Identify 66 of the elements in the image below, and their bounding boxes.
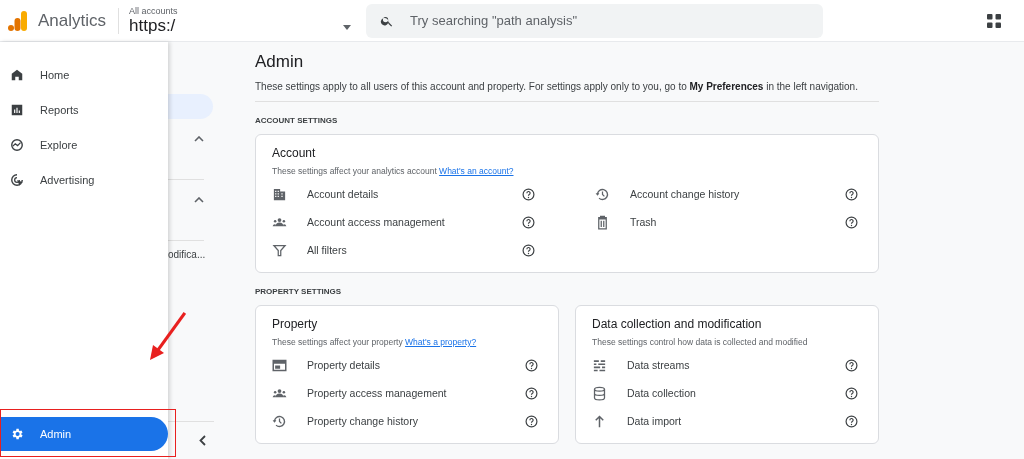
collapse-chevron-icon[interactable]	[199, 435, 206, 446]
browser-window-icon	[272, 357, 287, 373]
nav-item[interactable]: Home	[0, 57, 168, 92]
section-heading: PROPERTY SETTINGS	[255, 287, 343, 296]
card-description: These settings affect your analytics account What's an account?	[272, 166, 515, 176]
settings-link[interactable]: Trash	[630, 216, 845, 228]
card-description: These settings control how data is collected and modified	[592, 337, 809, 347]
help-icon[interactable]	[845, 414, 858, 428]
analytics-logo-icon	[8, 9, 28, 32]
section-heading: ACCOUNT SETTINGS	[255, 116, 339, 125]
settings-link[interactable]: All filters	[307, 244, 522, 256]
explore-icon	[10, 137, 24, 152]
search-field[interactable]: Try searching "path analysis"	[408, 12, 810, 29]
card-title: Account	[272, 146, 317, 160]
card-title: Property	[272, 317, 319, 331]
settings-link[interactable]: Data streams	[627, 359, 845, 371]
caret-icon	[343, 24, 352, 30]
chevron-icon[interactable]	[194, 197, 204, 203]
database-icon	[592, 385, 607, 401]
help-icon[interactable]	[845, 386, 858, 400]
help-icon[interactable]	[845, 215, 858, 229]
search-bar[interactable]: Try searching "path analysis"	[366, 3, 824, 38]
help-link[interactable]: What's a property?	[405, 337, 477, 347]
nav-item[interactable]: Reports	[0, 92, 168, 127]
help-icon[interactable]	[525, 386, 538, 400]
settings-icon	[10, 427, 24, 441]
page-description: These settings apply to all users of this account and property. For settings apply only to you, go to My Preferences in the left navigation.	[255, 81, 859, 92]
history-icon	[272, 413, 287, 429]
settings-link[interactable]: Data collection	[627, 387, 845, 399]
account-picker[interactable]: All accounts https:/	[119, 5, 352, 36]
help-icon[interactable]	[522, 187, 535, 201]
settings-link[interactable]: Property details	[307, 359, 525, 371]
settings-link[interactable]: Account details	[307, 188, 522, 200]
product-name: Analytics	[38, 7, 120, 34]
admin-nav-item[interactable]: Admin	[0, 417, 168, 451]
card-description: These settings affect your property What's a property?	[272, 337, 478, 347]
settings-link[interactable]: Property access management	[307, 387, 525, 399]
filter-icon	[272, 242, 287, 258]
help-icon[interactable]	[525, 358, 538, 372]
upload-arrow-icon	[592, 413, 607, 429]
help-icon[interactable]	[522, 243, 535, 257]
help-icon[interactable]	[525, 414, 538, 428]
nav-item[interactable]: Advertising	[0, 162, 168, 197]
home-icon	[10, 67, 24, 82]
chevron-icon[interactable]	[194, 136, 204, 142]
bar-chart-icon	[10, 102, 24, 117]
trash-icon	[595, 214, 610, 230]
settings-link[interactable]: Data import	[627, 415, 845, 427]
help-icon[interactable]	[845, 187, 858, 201]
help-icon[interactable]	[522, 215, 535, 229]
selected-item-background	[168, 94, 213, 119]
settings-link[interactable]: Account change history	[630, 188, 845, 200]
streams-icon	[592, 357, 607, 373]
help-icon[interactable]	[845, 358, 858, 372]
building-icon	[272, 186, 287, 202]
target-cursor-icon	[10, 172, 24, 187]
settings-link[interactable]: Property change history	[307, 415, 525, 427]
help-link[interactable]: What's an account?	[439, 166, 514, 176]
page-title: Admin	[255, 52, 305, 72]
nav-item[interactable]: Explore	[0, 127, 168, 162]
annotation-arrow	[150, 312, 186, 360]
truncated-label: odifica...	[168, 249, 207, 260]
apps-grid-icon[interactable]	[987, 13, 1002, 28]
history-icon	[595, 186, 610, 202]
card-title: Data collection and modification	[592, 317, 763, 331]
settings-link[interactable]: Account access management	[307, 216, 522, 228]
